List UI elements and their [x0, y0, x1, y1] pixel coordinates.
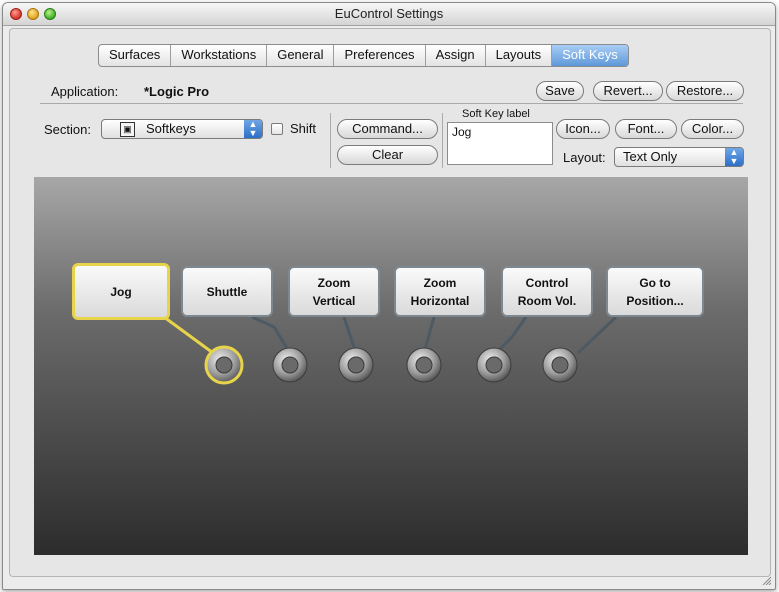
window-title: EuControl Settings	[334, 6, 444, 21]
shift-checkbox[interactable]	[271, 123, 283, 135]
popup-arrows-icon: ▲ ▼	[725, 148, 743, 166]
tab-bar: Surfaces Workstations General Preference…	[98, 44, 629, 67]
knob-6[interactable]	[542, 347, 578, 383]
knob-4[interactable]	[406, 347, 442, 383]
section-label: Section:	[44, 122, 91, 137]
restore-button[interactable]: Restore...	[666, 81, 744, 101]
section-value: Softkeys	[146, 121, 196, 136]
knob-3[interactable]	[338, 347, 374, 383]
softkey-display: Jog Shuttle Zoom Vertical Zoom Horizonta…	[34, 177, 748, 555]
softkey-shuttle[interactable]: Shuttle	[181, 266, 273, 317]
tab-preferences[interactable]: Preferences	[334, 45, 426, 66]
knob-1[interactable]	[204, 345, 244, 385]
layout-label: Layout:	[563, 150, 606, 165]
title-bar[interactable]: EuControl Settings	[3, 3, 775, 26]
softkeys-icon: ▣	[120, 122, 135, 137]
tab-assign[interactable]: Assign	[426, 45, 486, 66]
tab-layouts[interactable]: Layouts	[486, 45, 553, 66]
connector-line-2	[251, 315, 292, 354]
divider	[40, 103, 743, 104]
color-button[interactable]: Color...	[681, 119, 744, 139]
tab-general[interactable]: General	[267, 45, 335, 66]
connector-line-6	[576, 315, 618, 355]
application-value: *Logic Pro	[144, 84, 210, 99]
section-popup[interactable]: ▣ Softkeys ▲ ▼	[101, 119, 263, 139]
settings-window: EuControl Settings Surfaces Workstations…	[2, 2, 776, 590]
divider	[442, 113, 443, 168]
knob-5[interactable]	[476, 347, 512, 383]
softkey-zoom-horizontal[interactable]: Zoom Horizontal	[394, 266, 486, 317]
softkey-jog[interactable]: Jog	[72, 263, 170, 320]
soft-key-label-field[interactable]: Jog	[447, 122, 553, 165]
application-label: Application:	[51, 84, 119, 99]
softkey-zoom-vertical[interactable]: Zoom Vertical	[288, 266, 380, 317]
layout-value: Text Only	[623, 149, 678, 164]
shift-label: Shift	[290, 121, 317, 136]
command-button[interactable]: Command...	[337, 119, 438, 139]
divider	[330, 113, 331, 168]
popup-arrows-icon: ▲ ▼	[244, 120, 262, 138]
connector-line-5	[494, 316, 528, 355]
soft-key-label-caption: Soft Key label	[462, 108, 530, 120]
resize-grip-icon[interactable]	[761, 575, 771, 585]
layout-popup[interactable]: Text Only ▲ ▼	[614, 147, 744, 167]
tab-soft-keys[interactable]: Soft Keys	[552, 45, 628, 66]
tab-workstations[interactable]: Workstations	[171, 45, 268, 66]
tab-surfaces[interactable]: Surfaces	[99, 45, 172, 66]
icon-button[interactable]: Icon...	[556, 119, 610, 139]
font-button[interactable]: Font...	[615, 119, 677, 139]
knob-2[interactable]	[272, 347, 308, 383]
clear-button[interactable]: Clear	[337, 145, 438, 165]
softkey-go-to-position[interactable]: Go to Position...	[606, 266, 704, 317]
revert-button[interactable]: Revert...	[593, 81, 663, 101]
softkey-connectors	[163, 315, 618, 385]
softkey-control-room-vol[interactable]: Control Room Vol.	[501, 266, 593, 317]
save-button[interactable]: Save	[536, 81, 584, 101]
